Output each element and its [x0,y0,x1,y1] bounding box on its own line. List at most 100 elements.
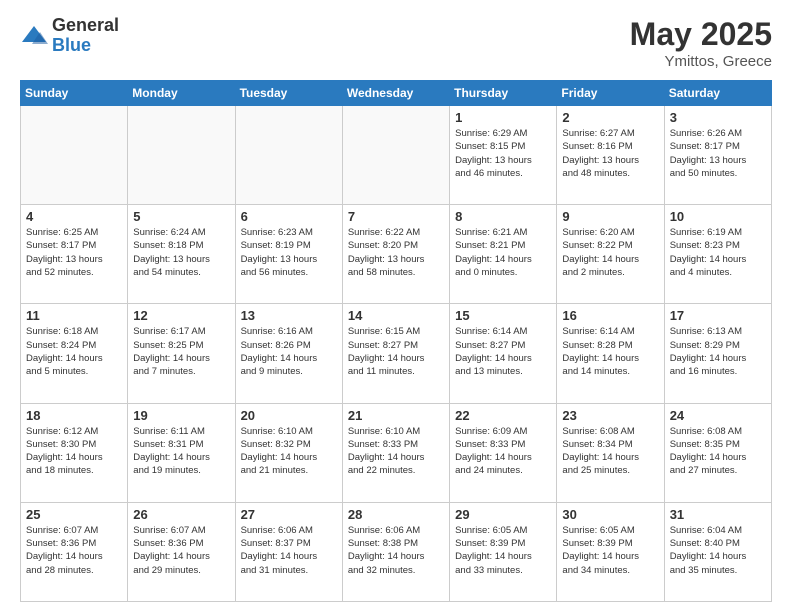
day-number-8: 8 [455,209,551,224]
day-info-31: Sunrise: 6:04 AM Sunset: 8:40 PM Dayligh… [670,524,766,577]
calendar-cell-w3-d5: 23 Sunrise: 6:08 AM Sunset: 8:34 PM Dayli… [557,403,664,502]
calendar-cell-w4-d6: 31 Sunrise: 6:04 AM Sunset: 8:40 PM Dayli… [664,502,771,601]
calendar-cell-w1-d6: 10 Sunrise: 6:19 AM Sunset: 8:23 PM Dayli… [664,205,771,304]
day-info-17: Sunrise: 6:13 AM Sunset: 8:29 PM Dayligh… [670,325,766,378]
day-info-25: Sunrise: 6:07 AM Sunset: 8:36 PM Dayligh… [26,524,122,577]
day-number-7: 7 [348,209,444,224]
logo: General Blue [20,16,119,56]
calendar-cell-w2-d6: 17 Sunrise: 6:13 AM Sunset: 8:29 PM Dayli… [664,304,771,403]
week-row-0: 1Sunrise: 6:29 AM Sunset: 8:15 PM Daylig… [21,106,772,205]
title-month: May 2025 [630,16,772,53]
day-info-10: Sunrise: 6:19 AM Sunset: 8:23 PM Dayligh… [670,226,766,279]
calendar-cell-w1-d1: 5 Sunrise: 6:24 AM Sunset: 8:18 PM Daylig… [128,205,235,304]
day-info-14: Sunrise: 6:15 AM Sunset: 8:27 PM Dayligh… [348,325,444,378]
page: General Blue May 2025 Ymittos, Greece Su… [0,0,792,612]
week-row-4: 25 Sunrise: 6:07 AM Sunset: 8:36 PM Dayli… [21,502,772,601]
calendar-cell-w0-d5: 2 Sunrise: 6:27 AM Sunset: 8:16 PM Daylig… [557,106,664,205]
calendar-cell-w3-d0: 18Sunrise: 6:12 AM Sunset: 8:30 PM Dayli… [21,403,128,502]
week-row-3: 18Sunrise: 6:12 AM Sunset: 8:30 PM Dayli… [21,403,772,502]
calendar-cell-w4-d2: 27 Sunrise: 6:06 AM Sunset: 8:37 PM Dayli… [235,502,342,601]
calendar-cell-w3-d6: 24Sunrise: 6:08 AM Sunset: 8:35 PM Dayli… [664,403,771,502]
col-tuesday: Tuesday [235,81,342,106]
day-number-12: 12 [133,308,229,323]
calendar-cell-w4-d0: 25 Sunrise: 6:07 AM Sunset: 8:36 PM Dayli… [21,502,128,601]
day-info-19: Sunrise: 6:11 AM Sunset: 8:31 PM Dayligh… [133,425,229,478]
col-saturday: Saturday [664,81,771,106]
day-number-14: 14 [348,308,444,323]
day-info-4: Sunrise: 6:25 AM Sunset: 8:17 PM Dayligh… [26,226,122,279]
col-sunday: Sunday [21,81,128,106]
calendar-cell-w2-d4: 15 Sunrise: 6:14 AM Sunset: 8:27 PM Dayli… [450,304,557,403]
day-info-20: Sunrise: 6:10 AM Sunset: 8:32 PM Dayligh… [241,425,337,478]
day-number-18: 18 [26,408,122,423]
day-info-12: Sunrise: 6:17 AM Sunset: 8:25 PM Dayligh… [133,325,229,378]
calendar-cell-w2-d1: 12 Sunrise: 6:17 AM Sunset: 8:25 PM Dayli… [128,304,235,403]
day-number-17: 17 [670,308,766,323]
day-info-11: Sunrise: 6:18 AM Sunset: 8:24 PM Dayligh… [26,325,122,378]
day-info-7: Sunrise: 6:22 AM Sunset: 8:20 PM Dayligh… [348,226,444,279]
calendar-cell-w2-d3: 14 Sunrise: 6:15 AM Sunset: 8:27 PM Dayli… [342,304,449,403]
col-friday: Friday [557,81,664,106]
day-number-21: 21 [348,408,444,423]
calendar-cell-w2-d5: 16Sunrise: 6:14 AM Sunset: 8:28 PM Dayli… [557,304,664,403]
calendar-cell-w0-d4: 1Sunrise: 6:29 AM Sunset: 8:15 PM Daylig… [450,106,557,205]
col-wednesday: Wednesday [342,81,449,106]
calendar-cell-w0-d1 [128,106,235,205]
calendar-cell-w2-d2: 13Sunrise: 6:16 AM Sunset: 8:26 PM Dayli… [235,304,342,403]
title-block: May 2025 Ymittos, Greece [630,16,772,70]
calendar-cell-w0-d3 [342,106,449,205]
day-number-30: 30 [562,507,658,522]
day-number-19: 19 [133,408,229,423]
day-info-21: Sunrise: 6:10 AM Sunset: 8:33 PM Dayligh… [348,425,444,478]
day-number-16: 16 [562,308,658,323]
day-number-20: 20 [241,408,337,423]
day-info-15: Sunrise: 6:14 AM Sunset: 8:27 PM Dayligh… [455,325,551,378]
day-number-31: 31 [670,507,766,522]
day-number-1: 1 [455,110,551,125]
day-info-3: Sunrise: 6:26 AM Sunset: 8:17 PM Dayligh… [670,127,766,180]
calendar-cell-w1-d4: 8 Sunrise: 6:21 AM Sunset: 8:21 PM Daylig… [450,205,557,304]
day-info-28: Sunrise: 6:06 AM Sunset: 8:38 PM Dayligh… [348,524,444,577]
calendar-cell-w1-d3: 7 Sunrise: 6:22 AM Sunset: 8:20 PM Daylig… [342,205,449,304]
day-info-22: Sunrise: 6:09 AM Sunset: 8:33 PM Dayligh… [455,425,551,478]
calendar-cell-w1-d0: 4 Sunrise: 6:25 AM Sunset: 8:17 PM Daylig… [21,205,128,304]
day-number-11: 11 [26,308,122,323]
calendar-cell-w4-d4: 29Sunrise: 6:05 AM Sunset: 8:39 PM Dayli… [450,502,557,601]
day-number-27: 27 [241,507,337,522]
day-info-5: Sunrise: 6:24 AM Sunset: 8:18 PM Dayligh… [133,226,229,279]
day-number-13: 13 [241,308,337,323]
calendar-cell-w3-d3: 21 Sunrise: 6:10 AM Sunset: 8:33 PM Dayli… [342,403,449,502]
day-number-15: 15 [455,308,551,323]
calendar-cell-w1-d5: 9 Sunrise: 6:20 AM Sunset: 8:22 PM Daylig… [557,205,664,304]
day-info-9: Sunrise: 6:20 AM Sunset: 8:22 PM Dayligh… [562,226,658,279]
logo-blue-text: Blue [52,36,119,56]
calendar-table: Sunday Monday Tuesday Wednesday Thursday… [20,80,772,602]
calendar-cell-w0-d0 [21,106,128,205]
day-number-28: 28 [348,507,444,522]
day-number-24: 24 [670,408,766,423]
title-location: Ymittos, Greece [630,53,772,70]
day-number-25: 25 [26,507,122,522]
logo-general-text: General [52,16,119,36]
day-info-8: Sunrise: 6:21 AM Sunset: 8:21 PM Dayligh… [455,226,551,279]
calendar-cell-w4-d1: 26Sunrise: 6:07 AM Sunset: 8:36 PM Dayli… [128,502,235,601]
calendar-cell-w4-d3: 28 Sunrise: 6:06 AM Sunset: 8:38 PM Dayli… [342,502,449,601]
calendar-cell-w3-d2: 20 Sunrise: 6:10 AM Sunset: 8:32 PM Dayli… [235,403,342,502]
day-info-23: Sunrise: 6:08 AM Sunset: 8:34 PM Dayligh… [562,425,658,478]
day-number-5: 5 [133,209,229,224]
day-number-2: 2 [562,110,658,125]
calendar-cell-w0-d6: 3Sunrise: 6:26 AM Sunset: 8:17 PM Daylig… [664,106,771,205]
col-thursday: Thursday [450,81,557,106]
day-number-9: 9 [562,209,658,224]
calendar-cell-w1-d2: 6Sunrise: 6:23 AM Sunset: 8:19 PM Daylig… [235,205,342,304]
day-number-10: 10 [670,209,766,224]
day-info-29: Sunrise: 6:05 AM Sunset: 8:39 PM Dayligh… [455,524,551,577]
day-number-4: 4 [26,209,122,224]
day-info-27: Sunrise: 6:06 AM Sunset: 8:37 PM Dayligh… [241,524,337,577]
logo-text: General Blue [52,16,119,56]
calendar-cell-w3-d4: 22Sunrise: 6:09 AM Sunset: 8:33 PM Dayli… [450,403,557,502]
day-number-23: 23 [562,408,658,423]
calendar-cell-w2-d0: 11 Sunrise: 6:18 AM Sunset: 8:24 PM Dayli… [21,304,128,403]
calendar-cell-w3-d1: 19 Sunrise: 6:11 AM Sunset: 8:31 PM Dayli… [128,403,235,502]
day-info-2: Sunrise: 6:27 AM Sunset: 8:16 PM Dayligh… [562,127,658,180]
